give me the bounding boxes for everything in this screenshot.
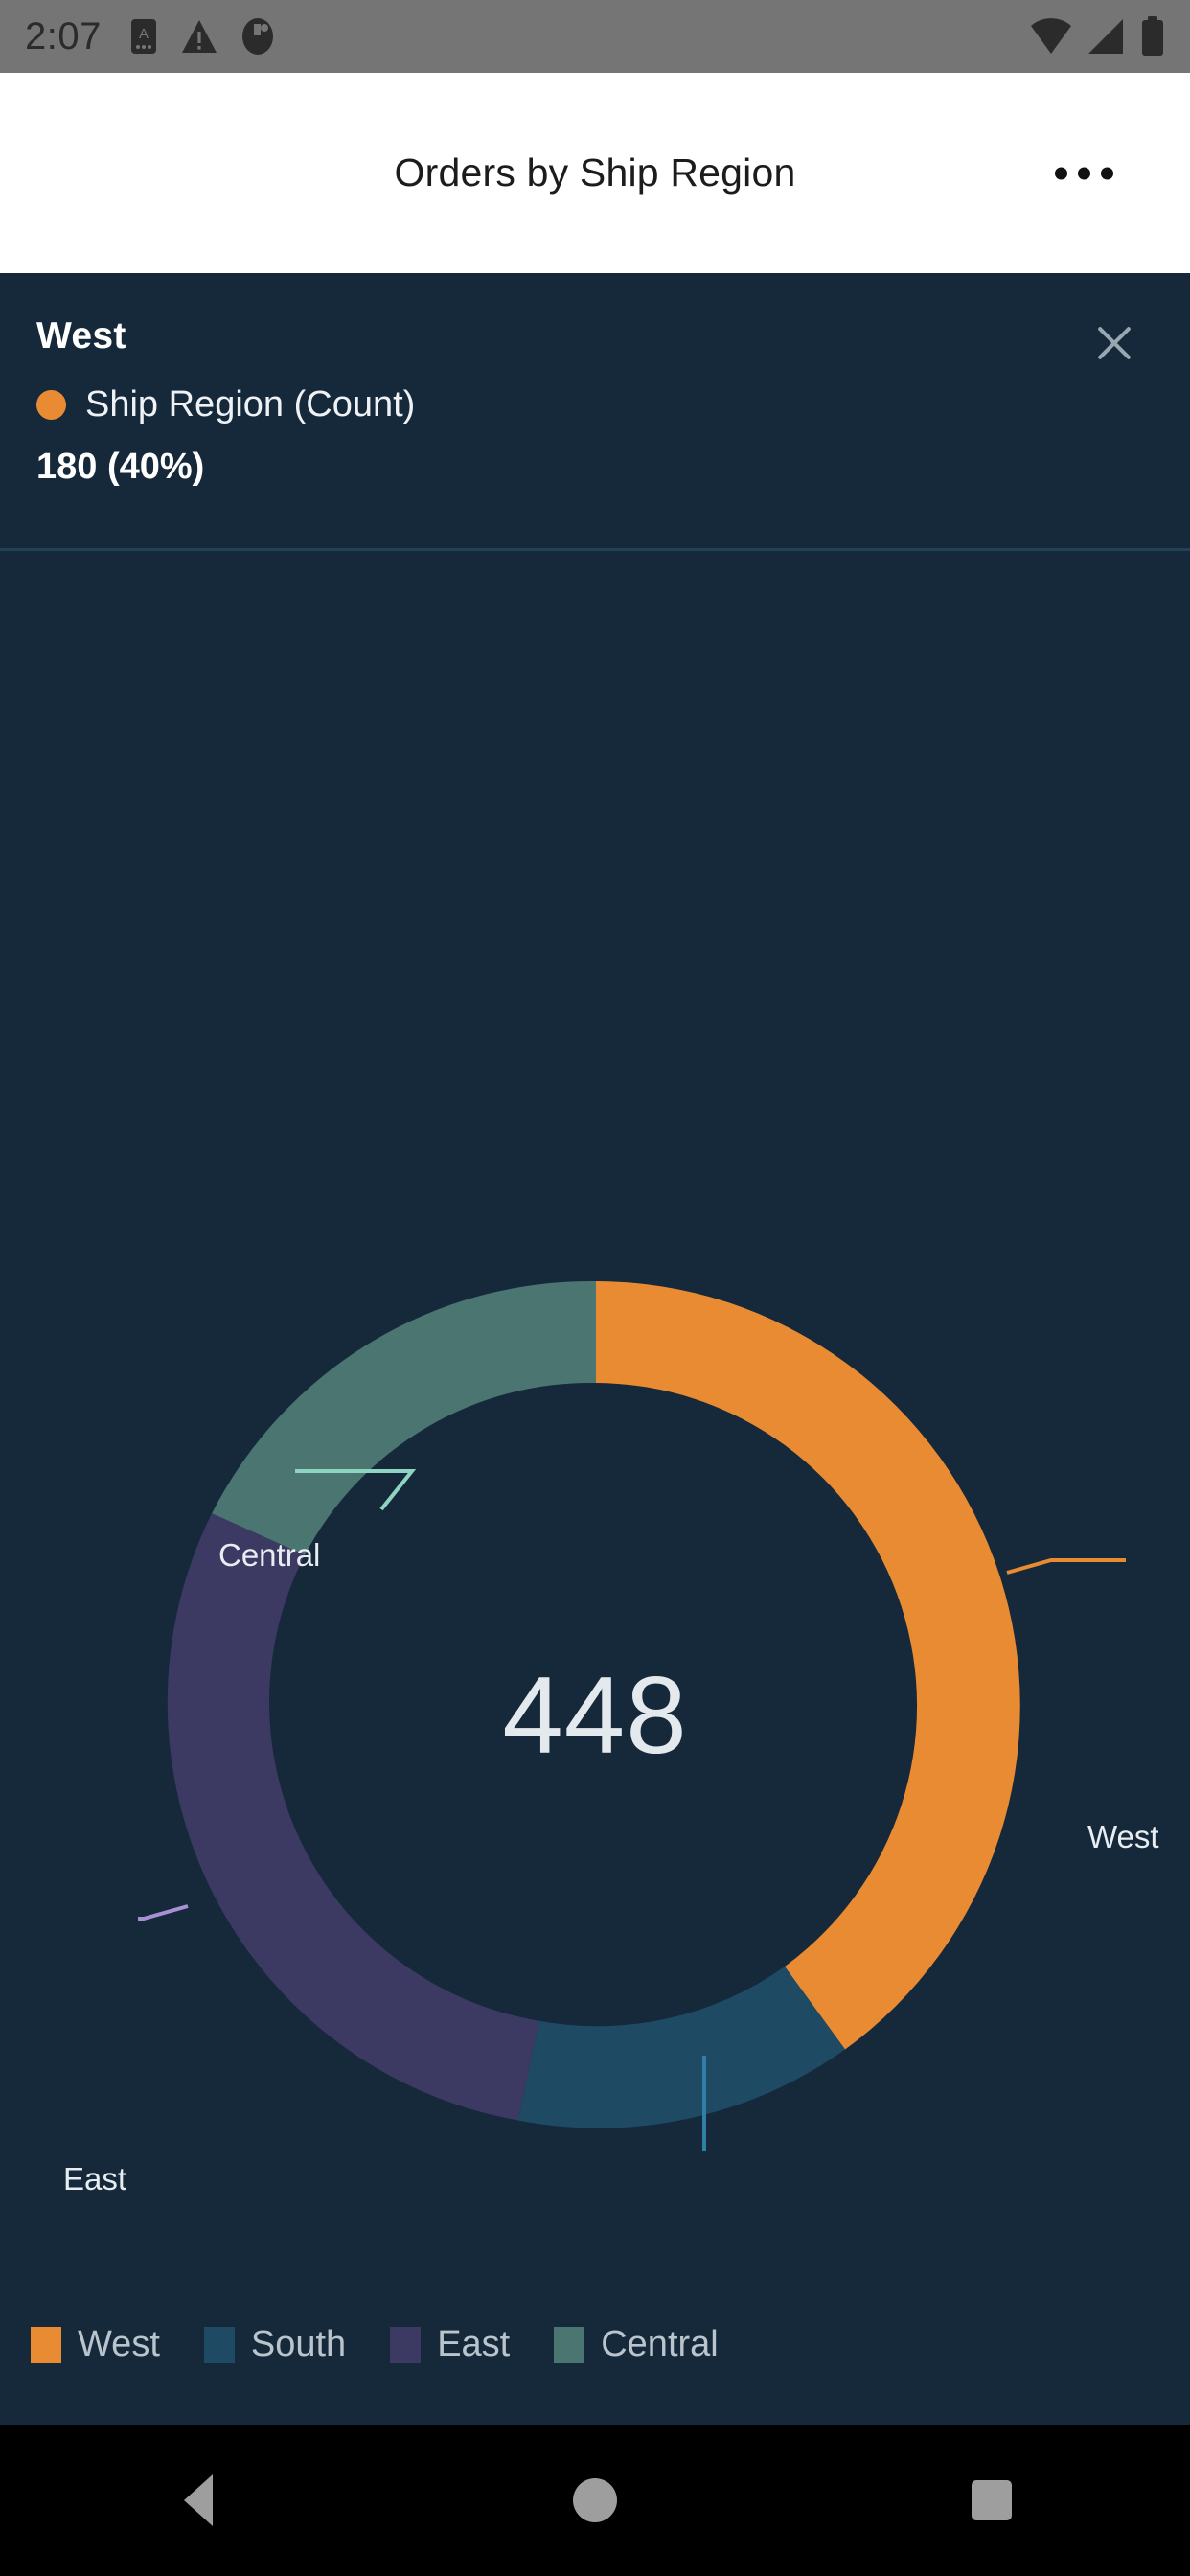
status-left-icons: A (128, 17, 276, 56)
slice-label-west: West (1087, 1819, 1159, 1854)
legend-swatch-icon (554, 2326, 585, 2363)
tooltip-title: West (36, 315, 126, 356)
phone-screen: 2:07 A Orders by Ship Region West Ship R… (0, 0, 1190, 2576)
nav-home-button[interactable] (499, 2425, 691, 2576)
legend-label: West (78, 2324, 160, 2364)
donut-slice-west[interactable] (596, 1281, 1020, 2050)
legend-item-east[interactable]: East (390, 2324, 510, 2365)
wifi-icon (1031, 18, 1071, 54)
donut-slice-east[interactable] (167, 1513, 539, 2121)
legend-label: Central (601, 2324, 719, 2364)
back-triangle-icon (184, 2474, 213, 2526)
leader-line-east (138, 1904, 189, 1920)
legend-label: South (250, 2324, 347, 2364)
legend-label: East (437, 2324, 511, 2364)
nav-recents-button[interactable] (896, 2425, 1087, 2576)
tooltip-color-swatch-icon (36, 390, 66, 420)
legend-swatch-icon (203, 2326, 235, 2363)
tooltip-series-label: Ship Region (Count) (85, 384, 416, 425)
circle-app-icon (241, 18, 273, 55)
svg-text:A: A (139, 26, 149, 42)
app-title-bar: Orders by Ship Region (0, 73, 1190, 273)
battery-icon (1142, 16, 1163, 56)
leader-line-west (1006, 1558, 1126, 1575)
overflow-dot-icon (1101, 167, 1113, 179)
status-right-icons (1029, 16, 1165, 57)
donut-slice-central[interactable] (212, 1280, 596, 1555)
app-notification-icon: A (130, 19, 156, 54)
overflow-menu-button[interactable] (1045, 150, 1123, 196)
overflow-dot-icon (1078, 167, 1090, 179)
close-icon[interactable] (1088, 315, 1140, 367)
legend-item-central[interactable]: Central (554, 2324, 719, 2365)
chart-legend: West South East Central (0, 2324, 1190, 2365)
nav-back-button[interactable] (103, 2425, 294, 2576)
slice-label-east: East (63, 2161, 127, 2196)
status-time: 2:07 (25, 14, 102, 58)
legend-item-south[interactable]: South (203, 2324, 347, 2365)
cell-signal-icon (1088, 19, 1123, 54)
warning-triangle-icon (181, 20, 217, 53)
tooltip-series-row: Ship Region (Count) (36, 384, 1154, 426)
overflow-dot-icon (1055, 167, 1067, 179)
chart-container: West Ship Region (Count) 180 (40%) 448 C… (0, 273, 1190, 2458)
tooltip-value: 180 (40%) (36, 447, 205, 487)
donut-svg (138, 1280, 1126, 2151)
slice-label-central: Central (218, 1537, 321, 1573)
legend-swatch-icon (31, 2326, 61, 2363)
page-title: Orders by Ship Region (394, 150, 796, 195)
home-circle-icon (573, 2478, 617, 2522)
donut-slice-south[interactable] (517, 1966, 845, 2128)
tooltip-panel: West Ship Region (Count) 180 (40%) (0, 273, 1190, 551)
legend-swatch-icon (390, 2326, 422, 2363)
android-nav-bar (0, 2425, 1190, 2576)
donut-chart: 448 Central West East South (0, 551, 1190, 2458)
recents-square-icon (972, 2480, 1012, 2520)
legend-item-west[interactable]: West (31, 2324, 160, 2365)
status-bar: 2:07 A (0, 0, 1190, 73)
